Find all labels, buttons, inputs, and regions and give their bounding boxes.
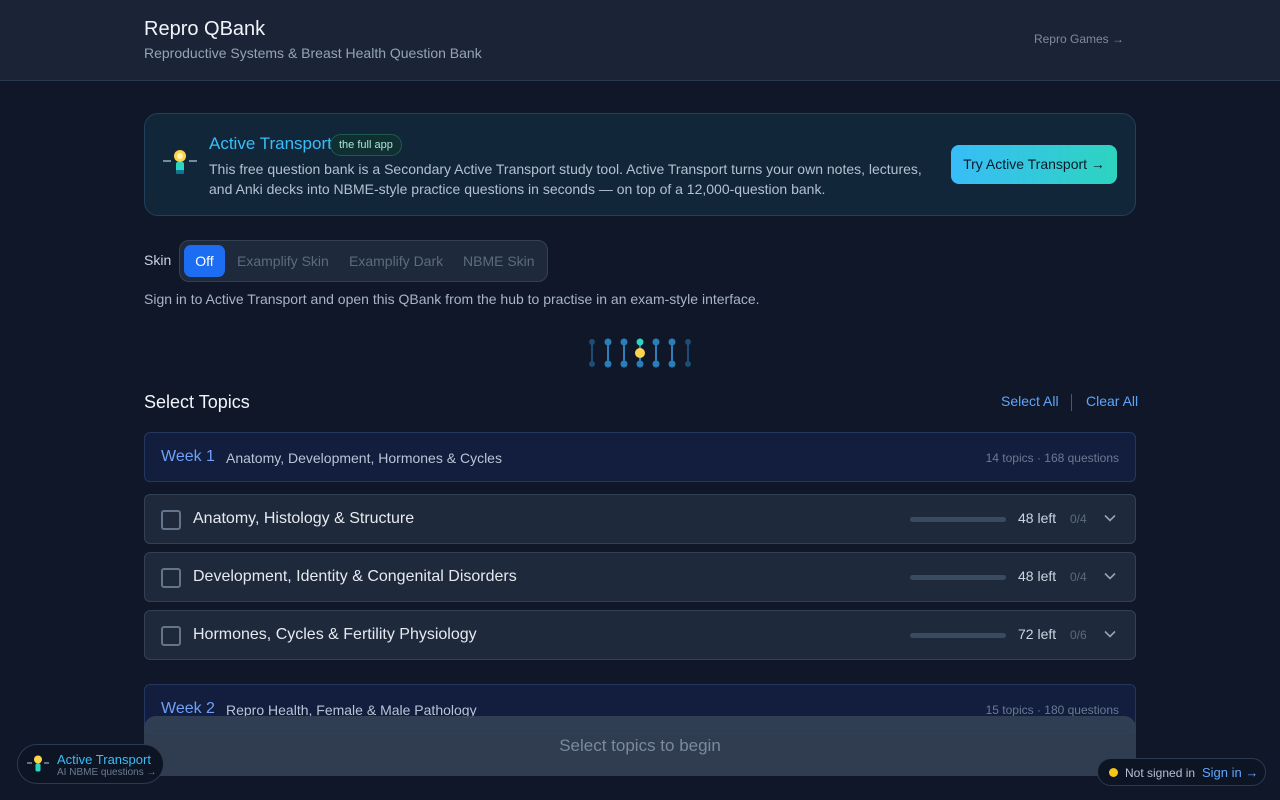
topic-name: Anatomy, Histology & Structure [193,510,415,527]
week-description: Anatomy, Development, Hormones & Cycles [226,450,502,466]
topic-progress-bar [910,633,1006,638]
top-bar: Repro QBank Reproductive Systems & Breas… [0,0,1280,81]
select-all-button[interactable]: Select All [1001,393,1059,409]
promo-description: This free question bank is a Secondary A… [209,161,922,197]
topic-progress-bar [910,517,1006,522]
skin-note: Sign in to Active Transport and open thi… [144,291,760,307]
select-topics-heading: Select Topics [144,392,250,412]
status-text: Not signed in [1125,766,1196,780]
clear-all-button[interactable]: Clear All [1086,393,1138,409]
chevron-down-icon[interactable] [1103,511,1117,525]
repro-games-link[interactable]: Repro Games → [1034,32,1124,46]
completion-ratio: 0/6 [1070,628,1087,642]
dna-divider-icon [164,338,1116,368]
badge-subtitle: AI NBME questions → [57,767,157,778]
questions-left: 48 left [1018,568,1057,584]
lightbulb-icon [27,755,49,772]
skin-option-nbme-skin[interactable]: NBME Skin [463,245,535,277]
chevron-down-icon[interactable] [1103,569,1117,583]
skin-selector: Off Examplify Skin Examplify Dark NBME S… [179,240,548,282]
auth-status-pill: Not signed in Sign in → [1097,758,1266,786]
topic-checkbox[interactable] [161,510,181,530]
questions-left: 48 left [1018,510,1057,526]
topic-name: Hormones, Cycles & Fertility Physiology [193,626,477,643]
week-meta: 15 topics · 180 questions [985,703,1119,717]
topic-progress-bar [910,575,1006,580]
completion-ratio: 0/4 [1070,570,1087,584]
chevron-down-icon[interactable] [1103,627,1117,641]
skin-option-examplify-dark[interactable]: Examplify Dark [349,245,443,277]
action-separator [1071,394,1072,411]
skin-option-off[interactable]: Off [184,245,225,277]
try-active-transport-button[interactable]: Try Active Transport → [951,145,1117,184]
topic-row[interactable]: Development, Identity & Congenital Disor… [144,552,1136,602]
topic-row[interactable]: Hormones, Cycles & Fertility Physiology … [144,610,1136,660]
week-meta: 14 topics · 168 questions [985,451,1119,465]
topic-checkbox[interactable] [161,626,181,646]
status-dot [1109,768,1118,777]
week-header-1[interactable]: Week 1 Anatomy, Development, Hormones & … [144,432,1136,482]
active-transport-badge[interactable]: Active Transport AI NBME questions → [17,744,164,784]
badge-title: Active Transport [57,752,151,767]
skin-label: Skin [144,252,172,268]
week-label: Week 1 [161,448,215,465]
promo-banner: Active Transport the full app This free … [144,113,1136,216]
promo-title: Active Transport [209,134,332,153]
questions-left: 72 left [1018,626,1057,642]
app-title: Repro QBank [144,18,266,40]
app-subtitle: Reproductive Systems & Breast Health Que… [144,45,482,61]
sign-in-link[interactable]: Sign in → [1202,765,1258,780]
promo-tag-badge: the full app [330,134,402,156]
completion-ratio: 0/4 [1070,512,1087,526]
lightbulb-icon [163,150,197,174]
topic-name: Development, Identity & Congenital Disor… [193,568,517,585]
topic-checkbox[interactable] [161,568,181,588]
begin-button[interactable]: Select topics to begin [144,716,1136,776]
topic-row[interactable]: Anatomy, Histology & Structure 48 left 0… [144,494,1136,544]
skin-option-examplify-skin[interactable]: Examplify Skin [237,245,329,277]
